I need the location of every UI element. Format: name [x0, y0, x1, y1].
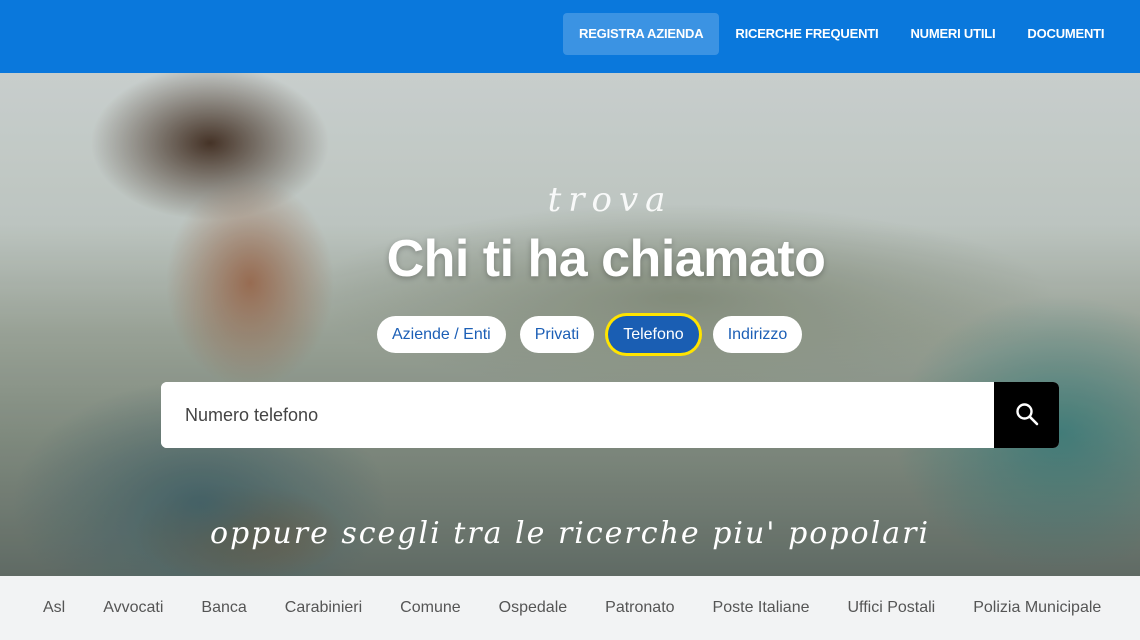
- popular-item-asl[interactable]: Asl: [24, 599, 84, 617]
- tab-privati[interactable]: Privati: [519, 316, 595, 353]
- tab-aziende-enti[interactable]: Aziende / Enti: [377, 316, 506, 353]
- search-type-tabs: Aziende / Enti Privati Telefono Indirizz…: [377, 316, 803, 353]
- popular-item-comune[interactable]: Comune: [381, 599, 479, 617]
- hero-title: Chi ti ha chiamato: [386, 230, 826, 288]
- popular-searches-strip: Asl Avvocati Banca Carabinieri Comune Os…: [0, 576, 1140, 640]
- phone-number-input[interactable]: [161, 382, 994, 448]
- main-nav: REGISTRA AZIENDA RICERCHE FREQUENTI NUME…: [563, 13, 1120, 55]
- popular-item-poste-italiane[interactable]: Poste Italiane: [694, 599, 829, 617]
- popular-searches-list: Asl Avvocati Banca Carabinieri Comune Os…: [24, 576, 1120, 640]
- popular-item-uffici-postali[interactable]: Uffici Postali: [829, 599, 955, 617]
- popular-item-banca[interactable]: Banca: [182, 599, 265, 617]
- nav-ricerche-frequenti[interactable]: RICERCHE FREQUENTI: [719, 13, 894, 55]
- hero-section: trova Chi ti ha chiamato Aziende / Enti …: [0, 73, 1140, 576]
- popular-item-patronato[interactable]: Patronato: [586, 599, 693, 617]
- search-button[interactable]: [994, 382, 1059, 448]
- tab-telefono[interactable]: Telefono: [608, 316, 699, 353]
- top-navigation-bar: REGISTRA AZIENDA RICERCHE FREQUENTI NUME…: [0, 0, 1140, 73]
- nav-documenti[interactable]: DOCUMENTI: [1011, 13, 1120, 55]
- hero-script-text: trova: [547, 180, 673, 220]
- popular-item-ospedale[interactable]: Ospedale: [480, 599, 587, 617]
- popular-item-carabinieri[interactable]: Carabinieri: [266, 599, 381, 617]
- search-box: [161, 382, 1059, 448]
- popular-searches-caption: oppure scegli tra le ricerche piu' popol…: [209, 516, 931, 551]
- nav-numeri-utili[interactable]: NUMERI UTILI: [894, 13, 1011, 55]
- popular-item-polizia-municipale[interactable]: Polizia Municipale: [954, 599, 1120, 617]
- tab-indirizzo[interactable]: Indirizzo: [712, 316, 803, 353]
- nav-registra-azienda[interactable]: REGISTRA AZIENDA: [563, 13, 720, 55]
- popular-item-avvocati[interactable]: Avvocati: [84, 599, 182, 617]
- search-icon: [1015, 402, 1039, 429]
